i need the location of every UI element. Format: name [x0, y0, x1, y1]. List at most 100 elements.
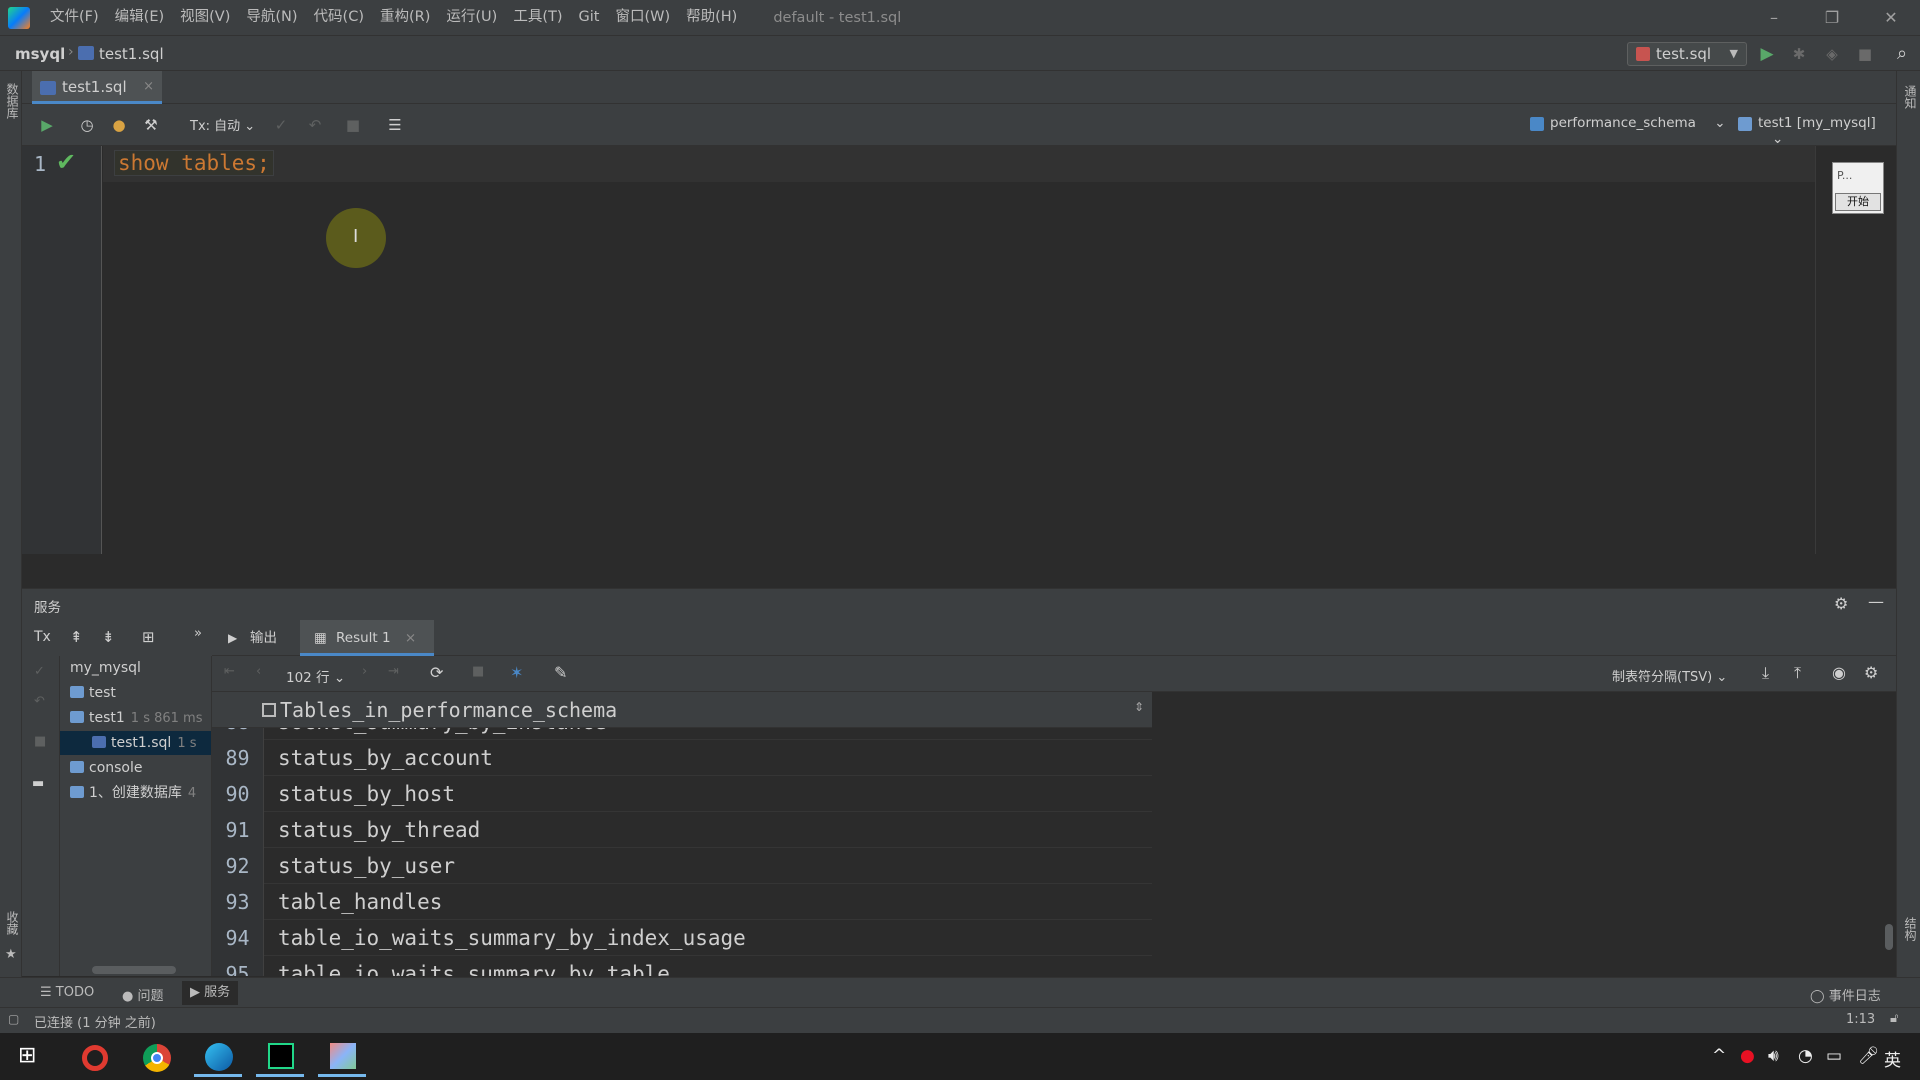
tray-expand-icon[interactable]: ^: [1712, 1046, 1726, 1066]
table-row[interactable]: 95 table_io_waits_summary_by_table: [212, 956, 1152, 976]
upload-icon[interactable]: ⤒: [1794, 663, 1801, 683]
volume-icon[interactable]: 🔊︎: [1768, 1046, 1779, 1066]
breadcrumb-file[interactable]: test1.sql: [99, 45, 164, 63]
battery-icon[interactable]: ▭: [1826, 1046, 1842, 1066]
rollback-icon[interactable]: ↶: [34, 694, 45, 709]
code-editor[interactable]: 1 ✔ show tables; I P... 开始: [22, 146, 1896, 554]
table-cell[interactable]: table_io_waits_summary_by_index_usage: [278, 920, 746, 956]
last-page-icon[interactable]: ⇥: [388, 664, 399, 679]
record-icon[interactable]: ●: [1740, 1046, 1755, 1066]
coverage-icon[interactable]: ◈: [1821, 43, 1843, 65]
cancel-statement-icon[interactable]: ■: [342, 114, 364, 136]
rollback-icon[interactable]: ↶: [304, 114, 326, 136]
compare-icon[interactable]: ✶: [510, 663, 523, 682]
menu-edit[interactable]: 编辑(E): [107, 0, 172, 35]
menu-navigate[interactable]: 导航(N): [238, 0, 305, 35]
stop-icon[interactable]: ■: [1854, 43, 1876, 65]
menu-git[interactable]: Git: [571, 0, 608, 35]
table-cell[interactable]: table_handles: [278, 884, 442, 920]
run-icon[interactable]: ▶: [1756, 43, 1778, 65]
stop-icon[interactable]: ■: [34, 734, 46, 749]
taskbar-datagrip-icon[interactable]: [256, 1037, 304, 1077]
sql-statement[interactable]: show tables;: [114, 150, 274, 176]
download-icon[interactable]: ⤓: [1762, 663, 1769, 683]
execute-icon[interactable]: ▶: [36, 114, 58, 136]
collapse-all-icon[interactable]: ⇟: [102, 628, 115, 646]
table-cell[interactable]: status_by_user: [278, 848, 455, 884]
microphone-icon[interactable]: 🎤︎: [1858, 1046, 1880, 1066]
gear-icon[interactable]: ⚙: [1864, 663, 1878, 682]
menu-view[interactable]: 视图(V): [172, 0, 238, 35]
commit-icon[interactable]: ✓: [270, 114, 292, 136]
table-row[interactable]: 90 status_by_host: [212, 776, 1152, 812]
ime-indicator[interactable]: 英: [1884, 1046, 1901, 1071]
taskbar-chrome-icon[interactable]: [132, 1037, 180, 1077]
profile-icon[interactable]: ●: [108, 114, 130, 136]
tab-output[interactable]: ▶ 输出: [228, 620, 277, 656]
schema-select[interactable]: performance_schema ⌄: [1530, 115, 1726, 131]
recording-start-button[interactable]: 开始: [1835, 193, 1881, 211]
next-page-icon[interactable]: ›: [362, 664, 367, 679]
data-source-select[interactable]: test1 [my_mysql] ⌄: [1738, 115, 1896, 147]
output-layout-icon[interactable]: ☰: [384, 114, 406, 136]
search-icon[interactable]: ⌕: [1891, 43, 1913, 65]
network-icon[interactable]: ◔: [1798, 1046, 1813, 1066]
sort-icon[interactable]: ⇕: [1134, 700, 1144, 714]
problems-tool-button[interactable]: ● 问题: [122, 985, 164, 1004]
close-tab-icon[interactable]: ×: [143, 71, 154, 103]
transaction-mode-select[interactable]: Tx: 自动 ⌄: [190, 115, 255, 134]
more-icon[interactable]: »: [194, 626, 202, 641]
close-tab-icon[interactable]: ×: [405, 630, 416, 646]
windows-start-icon[interactable]: ⊞: [18, 1043, 36, 1068]
menu-tools[interactable]: 工具(T): [505, 0, 570, 35]
menu-help[interactable]: 帮助(H): [678, 0, 745, 35]
tree-item-console[interactable]: console: [60, 756, 211, 780]
table-cell[interactable]: table_io_waits_summary_by_table: [278, 956, 670, 976]
tree-horizontal-scrollbar[interactable]: [92, 966, 176, 974]
refresh-icon[interactable]: ⟳: [430, 663, 443, 682]
table-row[interactable]: 89 status_by_account: [212, 740, 1152, 776]
table-row[interactable]: 93 table_handles: [212, 884, 1152, 920]
menu-refactor[interactable]: 重构(R): [372, 0, 438, 35]
export-format-select[interactable]: 制表符分隔(TSV) ⌄: [1612, 666, 1727, 685]
gear-icon[interactable]: ⚙: [1834, 594, 1848, 613]
close-window-icon[interactable]: ✕: [1862, 0, 1920, 35]
caret-position[interactable]: 1:13: [1846, 1012, 1875, 1027]
panel-toggle-icon[interactable]: ▢: [8, 1012, 19, 1026]
menu-run[interactable]: 运行(U): [438, 0, 505, 35]
menu-code[interactable]: 代码(C): [306, 0, 372, 35]
restore-icon[interactable]: ❐: [1803, 0, 1861, 35]
tree-item-test[interactable]: test: [60, 681, 211, 705]
editor-tab-test1-sql[interactable]: test1.sql ×: [32, 71, 162, 104]
previous-page-icon[interactable]: ‹: [256, 664, 261, 679]
transaction-icon[interactable]: Tx: [34, 629, 51, 645]
services-tool-button[interactable]: ▶ 服务: [182, 981, 239, 1005]
taskbar-app-g-icon[interactable]: [70, 1037, 118, 1077]
taskbar-screen-recorder-icon[interactable]: [318, 1037, 366, 1077]
table-cell[interactable]: status_by_host: [278, 776, 455, 812]
history-icon[interactable]: ◷: [76, 114, 98, 136]
breadcrumb-project[interactable]: msyql: [15, 45, 65, 63]
minimize-icon[interactable]: –: [1745, 0, 1803, 35]
structure-tool-tab[interactable]: 结构: [1902, 917, 1919, 941]
tree-item-test1[interactable]: test1 1 s 861 ms: [60, 706, 211, 730]
table-row[interactable]: 92 status_by_user: [212, 848, 1152, 884]
notifications-tool-tab[interactable]: 通知: [1902, 85, 1919, 109]
view-icon[interactable]: ◉: [1832, 663, 1846, 682]
tree-item-create-database[interactable]: 1、创建数据库 4: [60, 781, 211, 805]
database-tool-tab[interactable]: 数据库: [4, 83, 21, 119]
layout-icon[interactable]: ▬: [32, 776, 44, 791]
tab-result-1[interactable]: ▦ Result 1 ×: [300, 620, 435, 656]
table-row[interactable]: 94 table_io_waits_summary_by_index_usage: [212, 920, 1152, 956]
commit-icon[interactable]: ✓: [34, 664, 45, 679]
table-cell[interactable]: status_by_thread: [278, 812, 480, 848]
favorites-tool-tab[interactable]: 收藏: [4, 911, 21, 935]
row-count-select[interactable]: 102 行 ⌄: [286, 666, 345, 686]
tree-item-my-mysql[interactable]: my_mysql: [60, 656, 211, 680]
settings-wrench-icon[interactable]: ⚒: [140, 114, 162, 136]
menu-file[interactable]: 文件(F): [42, 0, 107, 35]
debug-icon[interactable]: ✱: [1788, 43, 1810, 65]
table-cell[interactable]: status_by_account: [278, 740, 493, 776]
todo-tool-button[interactable]: ☰ TODO: [40, 985, 94, 1000]
menu-window[interactable]: 窗口(W): [607, 0, 678, 35]
